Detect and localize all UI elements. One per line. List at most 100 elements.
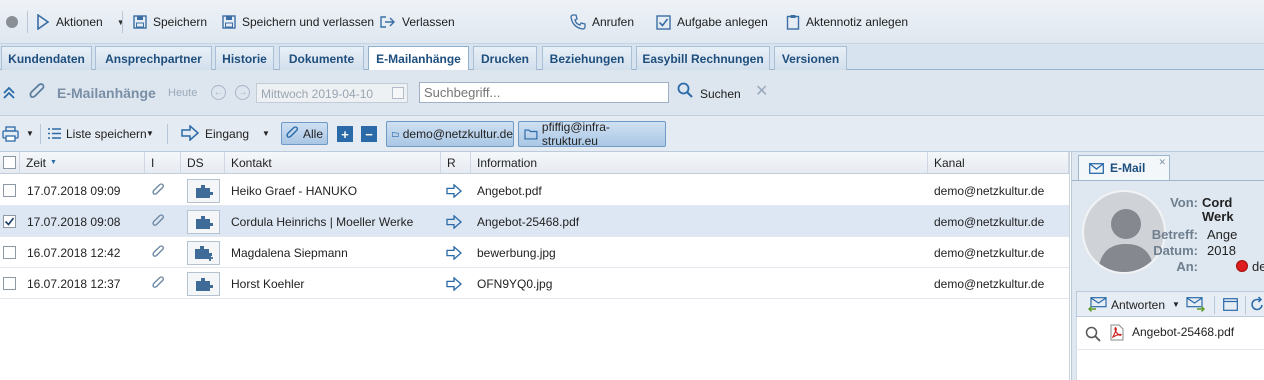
table-row[interactable]: 17.07.2018 09:08 Cordula Heinrichs | Moe…	[0, 206, 1069, 237]
date-value: Mittwoch 2019-04-10	[261, 87, 374, 101]
refresh-icon[interactable]	[1250, 296, 1264, 312]
reply-button[interactable]: Antworten	[1111, 298, 1165, 312]
save-list-dropdown-icon[interactable]: ▼	[146, 129, 154, 138]
create-task-label: Aufgabe anlegen	[677, 15, 768, 29]
puzzle-icon[interactable]	[187, 206, 220, 237]
paperclip-icon[interactable]	[152, 268, 166, 299]
arrow-right-icon	[446, 268, 462, 299]
cell-zeit: 16.07.2018 12:37	[27, 276, 121, 291]
von-label: Von:	[1170, 195, 1198, 210]
mailbox-filter-1[interactable]: demo@netzkultur.de	[386, 121, 514, 147]
tab-ansprechpartner[interactable]: Ansprechpartner	[95, 46, 212, 70]
header-ds[interactable]: DS	[181, 152, 225, 174]
header-information[interactable]: Information	[471, 152, 928, 174]
today-button[interactable]: Heute	[168, 87, 197, 99]
tab-versionen[interactable]: Versionen	[774, 46, 847, 70]
actions-label: Aktionen	[56, 15, 103, 29]
paperclip-icon[interactable]	[152, 237, 166, 268]
direction-dropdown[interactable]: Eingang	[205, 127, 249, 141]
create-task-button[interactable]: Aufgabe anlegen	[656, 13, 768, 31]
mailbox-filter-2[interactable]: pfiffig@infra-struktur.eu	[518, 120, 666, 148]
envelope-icon	[1089, 162, 1104, 174]
cell-kanal: demo@netzkultur.de	[934, 183, 1045, 198]
tab-dokumente[interactable]: Dokumente	[279, 46, 364, 70]
call-label: Anrufen	[592, 15, 635, 29]
forward-icon[interactable]	[1186, 297, 1206, 312]
row-checkbox[interactable]	[3, 277, 16, 290]
clipboard-icon	[786, 15, 800, 30]
tab-e-mailanhaenge[interactable]: E-Mailanhänge	[368, 46, 469, 71]
puzzle-add-icon[interactable]	[187, 237, 220, 268]
collapse-icon[interactable]	[3, 85, 15, 101]
cell-zeit: 16.07.2018 12:42	[27, 245, 121, 260]
prev-date-icon[interactable]: ←	[211, 85, 226, 100]
save-button[interactable]: Speichern	[133, 13, 207, 31]
paperclip-icon[interactable]	[152, 206, 166, 237]
row-checkbox[interactable]	[3, 215, 16, 228]
header-r[interactable]: R	[441, 152, 471, 174]
main-toolbar: Aktionen ▼ Speichern Speichern und verla…	[0, 0, 1264, 44]
select-all-checkbox[interactable]	[3, 156, 16, 169]
expand-all-icon[interactable]: +	[337, 126, 353, 142]
cell-zeit: 17.07.2018 09:09	[27, 183, 121, 198]
header-select-all[interactable]	[0, 152, 20, 174]
dropdown-arrow-icon: ▼	[116, 17, 125, 27]
cell-information[interactable]: bewerbung.jpg	[477, 237, 556, 268]
mailbox-2-label: pfiffig@infra-struktur.eu	[541, 120, 610, 148]
cell-information[interactable]: Angebot-25468.pdf	[477, 206, 579, 237]
puzzle-icon[interactable]	[187, 268, 220, 299]
tab-beziehungen[interactable]: Beziehungen	[542, 46, 632, 70]
calendar-icon[interactable]	[392, 87, 404, 99]
von-value-2: Werk	[1202, 209, 1234, 224]
row-checkbox[interactable]	[3, 246, 16, 259]
save-icon	[222, 15, 236, 29]
table-row[interactable]: 16.07.2018 12:42 Magdalena Siepmann bewe…	[0, 237, 1069, 268]
table-row[interactable]: 16.07.2018 12:37 Horst Koehler OFN9YQ0.j…	[0, 268, 1069, 299]
collapse-all-icon[interactable]: −	[361, 126, 377, 142]
tab-kundendaten[interactable]: Kundendaten	[1, 46, 92, 70]
leave-button[interactable]: Verlassen	[380, 13, 455, 31]
email-tab[interactable]: E-Mail ✕	[1078, 155, 1170, 180]
close-tab-icon[interactable]: ✕	[1158, 157, 1166, 168]
window-icon[interactable]	[1223, 298, 1238, 311]
all-toggle-button[interactable]: Alle	[281, 122, 328, 145]
search-input[interactable]	[419, 82, 669, 103]
print-dropdown-icon[interactable]: ▼	[26, 129, 34, 138]
search-icon[interactable]	[677, 82, 693, 98]
betreff-label: Betreff:	[1151, 227, 1198, 242]
date-field[interactable]: Mittwoch 2019-04-10	[256, 83, 408, 103]
paperclip-icon[interactable]	[152, 175, 166, 206]
row-checkbox[interactable]	[3, 184, 16, 197]
reply-dropdown-icon[interactable]: ▼	[1172, 300, 1180, 309]
reply-icon[interactable]	[1088, 297, 1108, 312]
arrow-right-icon	[446, 175, 462, 206]
magnifier-icon[interactable]	[1085, 326, 1101, 342]
play-icon	[37, 14, 50, 30]
header-zeit[interactable]: Zeit ▼	[20, 152, 145, 174]
email-preview-panel: E-Mail ✕ Von: Cord Werk Betreff: Ange Da…	[1071, 152, 1264, 380]
direction-dropdown-icon[interactable]: ▼	[262, 129, 270, 138]
create-note-button[interactable]: Aktennotiz anlegen	[786, 13, 908, 31]
paperclip-icon	[29, 83, 47, 103]
save-close-button[interactable]: Speichern und verlassen	[222, 13, 374, 31]
cell-information[interactable]: Angebot.pdf	[477, 175, 542, 206]
table-row[interactable]: 17.07.2018 09:09 Heiko Graef - HANUKO An…	[0, 175, 1069, 206]
puzzle-icon[interactable]	[187, 175, 220, 206]
clear-search-icon[interactable]: ✕	[755, 81, 768, 101]
tab-drucken[interactable]: Drucken	[473, 46, 537, 70]
search-button[interactable]: Suchen	[700, 87, 741, 101]
header-kontakt[interactable]: Kontakt	[225, 152, 441, 174]
datum-value: 2018	[1207, 243, 1236, 258]
header-i[interactable]: I	[145, 152, 181, 174]
tab-easybill-rechnungen[interactable]: Easybill Rechnungen	[636, 46, 770, 70]
actions-button[interactable]: Aktionen ▼	[36, 13, 125, 31]
status-dot-icon	[6, 16, 18, 28]
print-icon[interactable]	[2, 126, 19, 142]
next-date-icon[interactable]: →	[235, 85, 250, 100]
save-list-button[interactable]: Liste speichern	[66, 127, 147, 141]
attachment-name[interactable]: Angebot-25468.pdf	[1132, 325, 1234, 339]
call-button[interactable]: Anrufen	[570, 13, 634, 31]
header-kanal[interactable]: Kanal	[928, 152, 1069, 174]
tab-historie[interactable]: Historie	[215, 46, 274, 70]
cell-information[interactable]: OFN9YQ0.jpg	[477, 268, 552, 299]
